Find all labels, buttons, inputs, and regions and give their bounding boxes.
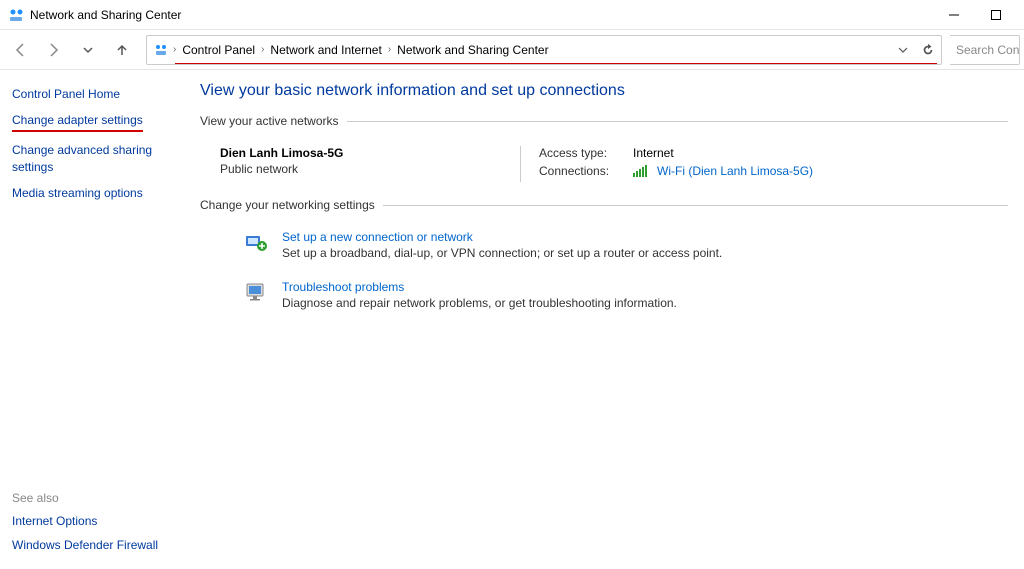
see-also-defender-firewall[interactable]: Windows Defender Firewall [12,537,178,553]
troubleshoot-item: Troubleshoot problems Diagnose and repai… [200,274,1008,324]
see-also-label: See also [12,491,178,505]
sidebar-see-also: See also Internet Options Windows Defend… [12,471,178,553]
window-controls [934,1,1016,29]
wifi-signal-icon [633,165,647,177]
connection-link[interactable]: Wi-Fi (Dien Lanh Limosa-5G) [657,164,813,178]
sidebar-item-media-streaming[interactable]: Media streaming options [12,185,178,201]
minimize-button[interactable] [934,1,974,29]
highlight-underline [175,63,937,65]
chevron-right-icon: › [173,44,176,55]
network-center-icon [8,7,24,23]
forward-button[interactable] [38,34,70,66]
breadcrumb-item[interactable]: Control Panel [180,41,257,59]
setup-connection-item: Set up a new connection or network Set u… [200,224,1008,274]
up-button[interactable] [106,34,138,66]
connections-label: Connections: [539,164,625,178]
troubleshoot-icon [244,280,268,304]
sidebar-item-adapter-settings[interactable]: Change adapter settings [12,112,143,132]
troubleshoot-desc: Diagnose and repair network problems, or… [282,296,677,310]
sidebar-item-home[interactable]: Control Panel Home [12,86,178,102]
main-content: View your basic network information and … [190,70,1024,569]
access-type-value: Internet [633,146,674,160]
body: Control Panel Home Change adapter settin… [0,70,1024,569]
network-details: Access type: Internet Connections: Wi-Fi… [520,146,813,182]
active-networks-label: View your active networks [200,114,1008,128]
change-settings-label: Change your networking settings [200,198,1008,212]
titlebar: Network and Sharing Center [0,0,1024,30]
see-also-internet-options[interactable]: Internet Options [12,513,178,529]
troubleshoot-link[interactable]: Troubleshoot problems [282,280,677,294]
maximize-button[interactable] [976,1,1016,29]
control-panel-icon [153,42,169,58]
history-dropdown-icon[interactable] [897,44,909,56]
chevron-right-icon: › [261,44,264,55]
setup-connection-icon [244,230,268,254]
setup-connection-link[interactable]: Set up a new connection or network [282,230,722,244]
breadcrumb-item[interactable]: Network and Internet [268,41,383,59]
setup-connection-desc: Set up a broadband, dial-up, or VPN conn… [282,246,722,260]
network-type: Public network [220,162,520,176]
refresh-button[interactable] [921,43,935,57]
network-identity: Dien Lanh Limosa-5G Public network [220,146,520,182]
search-input[interactable]: Search Contr [950,35,1020,65]
active-network-row: Dien Lanh Limosa-5G Public network Acces… [200,140,1008,198]
breadcrumb-item[interactable]: Network and Sharing Center [395,41,550,59]
page-heading: View your basic network information and … [200,82,1008,100]
window-title: Network and Sharing Center [30,8,181,22]
network-name: Dien Lanh Limosa-5G [220,146,520,160]
recent-locations-button[interactable] [72,34,104,66]
access-type-label: Access type: [539,146,625,160]
breadcrumb: Control Panel › Network and Internet › N… [180,41,550,59]
toolbar: › Control Panel › Network and Internet ›… [0,30,1024,70]
back-button[interactable] [4,34,36,66]
search-placeholder: Search Contr [956,43,1020,57]
sidebar: Control Panel Home Change adapter settin… [0,70,190,569]
chevron-right-icon: › [388,44,391,55]
address-bar[interactable]: › Control Panel › Network and Internet ›… [146,35,942,65]
sidebar-item-advanced-sharing[interactable]: Change advanced sharing settings [12,142,178,174]
